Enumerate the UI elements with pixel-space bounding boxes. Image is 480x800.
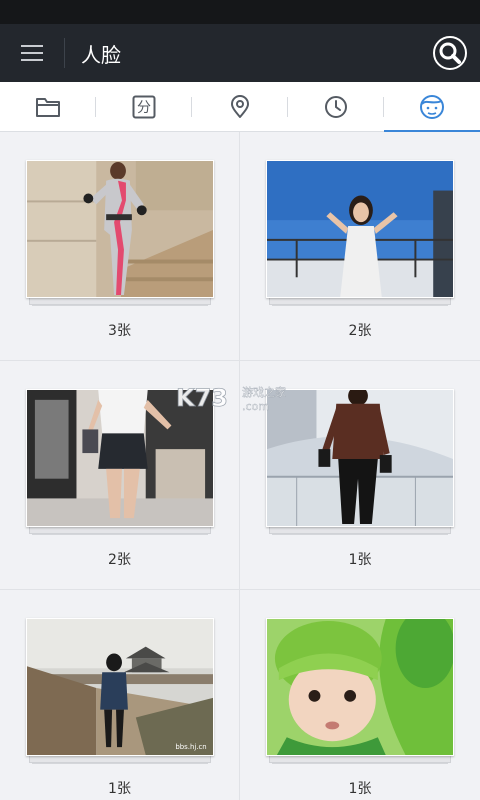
album-stack	[266, 160, 454, 306]
photo-count: 2张	[108, 552, 131, 568]
tab-folder[interactable]	[0, 82, 96, 132]
svg-text:K73: K73	[176, 384, 228, 412]
tab-face[interactable]	[384, 82, 480, 133]
photo-count: 1张	[348, 781, 372, 797]
album-thumbnail	[266, 618, 454, 756]
album-stack: bbs.hj.cn	[26, 618, 214, 764]
clock-icon	[325, 95, 347, 118]
search-icon	[433, 36, 467, 70]
tab-location[interactable]	[192, 82, 288, 132]
album-thumbnail	[266, 160, 454, 298]
tab-category[interactable]: 分	[96, 82, 192, 132]
tab-time[interactable]	[288, 82, 384, 132]
photo-count: 1张	[108, 781, 131, 797]
album-stack	[266, 618, 454, 764]
photo-count: 1张	[348, 552, 372, 568]
album-thumbnail: bbs.hj.cn	[26, 618, 214, 756]
svg-text:游戏之家: 游戏之家	[242, 385, 286, 399]
album-thumbnail	[26, 160, 214, 298]
album-item[interactable]: 2张	[240, 132, 480, 361]
face-icon	[420, 94, 444, 119]
category-glyph: 分	[137, 100, 151, 116]
app-bar-divider	[64, 38, 65, 68]
category-icon: 分	[132, 95, 156, 118]
album-grid: 3张 2张 2张 1张 bbs.hj.cn 1张 1张	[0, 132, 480, 800]
album-item[interactable]: 3张	[0, 132, 240, 361]
svg-text:.com: .com	[242, 400, 269, 413]
site-watermark-logo: K73 游戏之家 .com	[176, 384, 286, 413]
album-item[interactable]: bbs.hj.cn 1张	[0, 590, 240, 800]
folder-icon	[36, 97, 60, 117]
search-button[interactable]	[432, 35, 468, 71]
album-stack	[26, 160, 214, 306]
menu-button[interactable]	[0, 24, 64, 82]
tab-bar: 分	[0, 82, 480, 133]
location-pin-icon	[231, 94, 249, 118]
page-title: 人脸	[81, 42, 121, 67]
svg-text:bbs.hj.cn: bbs.hj.cn	[175, 743, 206, 751]
hamburger-menu-icon	[21, 45, 43, 61]
album-item[interactable]: 1张	[240, 590, 480, 800]
photo-count: 2张	[348, 323, 372, 339]
photo-count: 3张	[108, 323, 131, 339]
status-bar	[0, 0, 480, 24]
app-bar: 人脸	[0, 24, 480, 82]
